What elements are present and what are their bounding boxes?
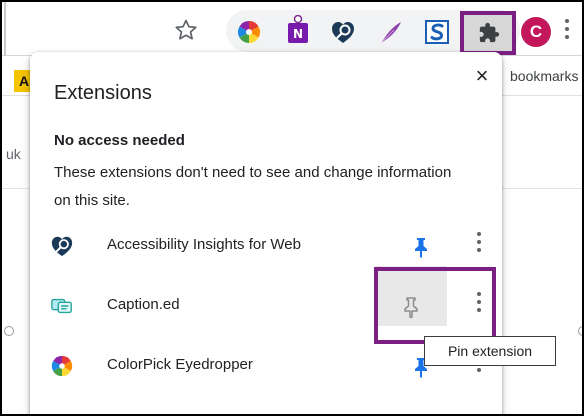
- extension-name: ColorPick Eyedropper: [107, 356, 253, 373]
- extensions-button[interactable]: [460, 11, 516, 55]
- pin-extension-tooltip: Pin extension: [424, 336, 556, 366]
- toolbar-edge: [4, 0, 6, 56]
- colorpick-toolbar-icon[interactable]: [236, 19, 262, 45]
- chrome-menu-icon[interactable]: [564, 19, 570, 41]
- page-marker: [578, 326, 584, 336]
- onenote-toolbar-icon[interactable]: N: [285, 15, 311, 47]
- extension-name: Caption.ed: [107, 296, 180, 313]
- accessibility-insights-toolbar-icon[interactable]: [330, 19, 356, 45]
- browser-toolbar: N C: [0, 0, 584, 56]
- page-divider: [0, 188, 30, 189]
- bookmark-star-icon[interactable]: [174, 18, 198, 42]
- page-divider: [502, 188, 584, 189]
- captioned-icon: [51, 298, 72, 314]
- pin-icon[interactable]: [411, 236, 431, 258]
- accessibility-insights-icon: [51, 236, 73, 257]
- pin-button-highlight: [374, 267, 496, 344]
- extension-name: Accessibility Insights for Web: [107, 236, 301, 253]
- colorpick-icon: [51, 355, 73, 377]
- section-description: These extensions don't need to see and c…: [54, 164, 452, 209]
- s-logo-toolbar-icon[interactable]: [424, 19, 450, 45]
- svg-text:N: N: [293, 27, 303, 41]
- puzzle-piece-icon: [479, 22, 500, 43]
- bookmarks-text[interactable]: bookmarks: [510, 68, 578, 84]
- close-button[interactable]: ×: [468, 62, 496, 90]
- profile-avatar[interactable]: C: [521, 17, 551, 47]
- popup-title: Extensions: [54, 82, 152, 104]
- page-marker: [4, 326, 14, 336]
- extension-more-icon[interactable]: [475, 232, 483, 256]
- page-partial-text: uk: [6, 146, 21, 162]
- feather-toolbar-icon[interactable]: [378, 19, 404, 45]
- section-heading: No access needed: [54, 132, 185, 149]
